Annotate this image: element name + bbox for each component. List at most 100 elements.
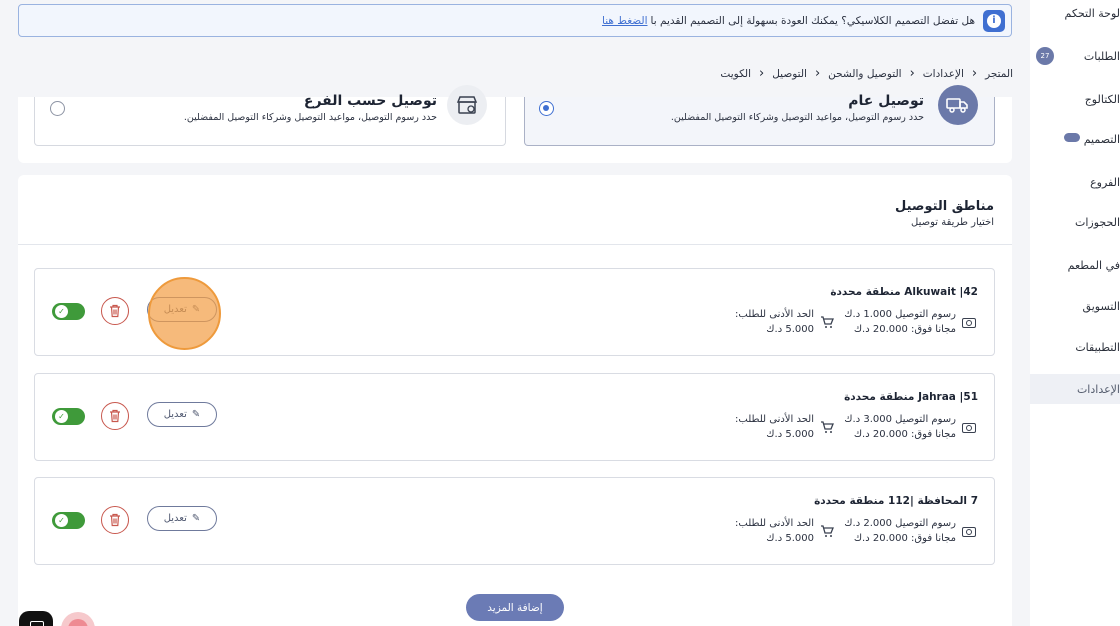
money-icon: [962, 423, 976, 433]
money-icon: [962, 527, 976, 537]
zone-free-above: مجانا فوق: 20.000 د.ك: [853, 429, 956, 440]
sidebar-item-label: لوحة التحكم: [1064, 6, 1120, 20]
chevron-left-icon: ‹: [814, 66, 821, 81]
sidebar-item-label: التصميم: [1083, 132, 1120, 146]
breadcrumb-settings[interactable]: الإعدادات: [923, 68, 964, 80]
sidebar-item-orders[interactable]: الطلبات 27: [1030, 43, 1120, 69]
new-badge: [1064, 133, 1080, 142]
sidebar: لوحة التحكم الطلبات 27 الكتالوج التصميم ا…: [1030, 0, 1120, 626]
sidebar-item-catalog[interactable]: الكتالوج: [1030, 86, 1120, 112]
trash-icon: [110, 304, 120, 318]
sidebar-item-label: الكتالوج: [1084, 92, 1120, 106]
chat-icon[interactable]: [19, 611, 53, 626]
sidebar-item-label: في المطعم: [1067, 258, 1120, 272]
info-icon: i: [983, 9, 1005, 32]
general-delivery-title: توصيل عام: [848, 93, 924, 109]
edit-zone-button[interactable]: ✎ تعديل: [147, 297, 217, 322]
money-icon: [962, 318, 976, 328]
pencil-icon: ✎: [191, 409, 201, 420]
trash-icon: [110, 513, 120, 527]
sidebar-item-in-restaurant[interactable]: في المطعم: [1030, 252, 1120, 278]
cart-icon: [821, 525, 834, 537]
branch-delivery-option[interactable]: توصيل حسب الفرع حدد رسوم التوصيل، مواعيد…: [34, 85, 506, 146]
orders-count-badge: 27: [1036, 47, 1054, 65]
branch-delivery-description: حدد رسوم التوصيل، مواعيد التوصيل وشركاء …: [183, 112, 437, 123]
breadcrumb-delivery-shipping[interactable]: التوصيل والشحن: [828, 68, 901, 80]
check-icon: ✓: [58, 307, 65, 316]
zone-enabled-toggle[interactable]: ✓: [52, 303, 85, 320]
classic-design-link[interactable]: الضغط هنا: [602, 15, 648, 27]
edit-zone-button[interactable]: ✎ تعديل: [147, 402, 217, 427]
zone-free-above: مجانا فوق: 20.000 د.ك: [853, 324, 956, 335]
zone-enabled-toggle[interactable]: ✓: [52, 512, 85, 529]
zones-subtitle: اختيار طريقة توصيل: [911, 217, 994, 228]
edit-label: تعديل: [163, 409, 187, 420]
pencil-icon: ✎: [191, 304, 201, 315]
zone-name: Jahraa |51 منطقة محددة: [844, 391, 978, 403]
sidebar-item-marketing[interactable]: التسويق: [1030, 293, 1120, 319]
breadcrumb: المتجر ‹ الإعدادات ‹ التوصيل والشحن ‹ ال…: [720, 66, 1013, 81]
chevron-left-icon: ‹: [759, 66, 765, 81]
zones-header: مناطق التوصيل اختيار طريقة توصيل: [895, 199, 994, 228]
zone-name: 7 المحافظة |112 منطقة محددة: [814, 495, 978, 507]
sidebar-item-settings[interactable]: الإعدادات: [1030, 374, 1120, 404]
notice-text: هل تفضل التصميم الكلاسيكي؟ يمكنك العودة …: [650, 14, 975, 27]
sidebar-item-apps[interactable]: التطبيقات: [1030, 334, 1120, 360]
cart-icon: [821, 421, 834, 433]
sidebar-item-label: التطبيقات: [1075, 340, 1120, 354]
add-more-button[interactable]: إضافة المزيد: [466, 594, 564, 621]
cart-icon: [821, 316, 834, 328]
divider: [18, 244, 1012, 245]
zone-fee: رسوم التوصيل 2.000 د.ك: [844, 518, 956, 529]
zone-min-value: 5.000 د.ك: [766, 324, 814, 335]
general-delivery-radio[interactable]: [539, 101, 554, 116]
zone-min-label: الحد الأدنى للطلب:: [735, 414, 814, 425]
store-icon: [447, 85, 487, 125]
zone-name: Alkuwait |42 منطقة محددة: [830, 286, 978, 298]
branch-delivery-radio[interactable]: [50, 101, 65, 116]
sidebar-item-label: الفروع: [1090, 175, 1120, 189]
sidebar-item-branches[interactable]: الفروع: [1030, 169, 1120, 195]
zone-min-value: 5.000 د.ك: [766, 533, 814, 544]
zone-fee: رسوم التوصيل 3.000 د.ك: [844, 414, 956, 425]
check-icon: ✓: [58, 412, 65, 421]
delivery-zones-panel: مناطق التوصيل اختيار طريقة توصيل Alkuwai…: [18, 175, 1012, 626]
sidebar-item-label: الإعدادات: [1076, 382, 1120, 396]
zone-card: Jahraa |51 منطقة محددة رسوم التوصيل 3.00…: [34, 373, 995, 461]
zone-enabled-toggle[interactable]: ✓: [52, 408, 85, 425]
truck-icon: [938, 85, 978, 125]
branch-delivery-title: توصيل حسب الفرع: [303, 93, 437, 109]
breadcrumb-delivery[interactable]: التوصيل: [772, 68, 807, 80]
pencil-icon: ✎: [191, 513, 201, 524]
zone-min-value: 5.000 د.ك: [766, 429, 814, 440]
sidebar-item-label: الطلبات: [1083, 49, 1120, 63]
sidebar-item-label: الحجوزات: [1074, 215, 1120, 229]
zones-title: مناطق التوصيل: [895, 199, 994, 214]
zone-min-label: الحد الأدنى للطلب:: [735, 518, 814, 529]
zone-min-label: الحد الأدنى للطلب:: [735, 309, 814, 320]
edit-label: تعديل: [163, 304, 187, 315]
zone-free-above: مجانا فوق: 20.000 د.ك: [853, 533, 956, 544]
breadcrumb-kuwait: الكويت: [720, 67, 751, 80]
classic-design-notice: i هل تفضل التصميم الكلاسيكي؟ يمكنك العود…: [18, 4, 1012, 37]
edit-label: تعديل: [163, 513, 187, 524]
zone-card: Alkuwait |42 منطقة محددة رسوم التوصيل 1.…: [34, 268, 995, 356]
zone-card: 7 المحافظة |112 منطقة محددة رسوم التوصيل…: [34, 477, 995, 565]
zone-fee: رسوم التوصيل 1.000 د.ك: [844, 309, 956, 320]
trash-icon: [110, 409, 120, 423]
general-delivery-option[interactable]: توصيل عام حدد رسوم التوصيل، مواعيد التوص…: [524, 85, 995, 146]
general-delivery-description: حدد رسوم التوصيل، مواعيد التوصيل وشركاء …: [670, 112, 924, 123]
delete-zone-button[interactable]: [101, 402, 129, 430]
chevron-left-icon: ‹: [971, 66, 978, 81]
delete-zone-button[interactable]: [101, 297, 129, 325]
delete-zone-button[interactable]: [101, 506, 129, 534]
sidebar-item-reservations[interactable]: الحجوزات: [1030, 209, 1120, 235]
sidebar-item-dashboard[interactable]: لوحة التحكم: [1030, 0, 1120, 26]
delivery-method-panel: توصيل عام حدد رسوم التوصيل، مواعيد التوص…: [18, 85, 1012, 163]
sidebar-item-design[interactable]: التصميم: [1030, 126, 1120, 152]
sidebar-item-label: التسويق: [1082, 299, 1120, 313]
chevron-left-icon: ‹: [909, 66, 915, 81]
breadcrumb-store[interactable]: المتجر: [985, 68, 1013, 80]
check-icon: ✓: [58, 516, 65, 525]
edit-zone-button[interactable]: ✎ تعديل: [147, 506, 217, 531]
